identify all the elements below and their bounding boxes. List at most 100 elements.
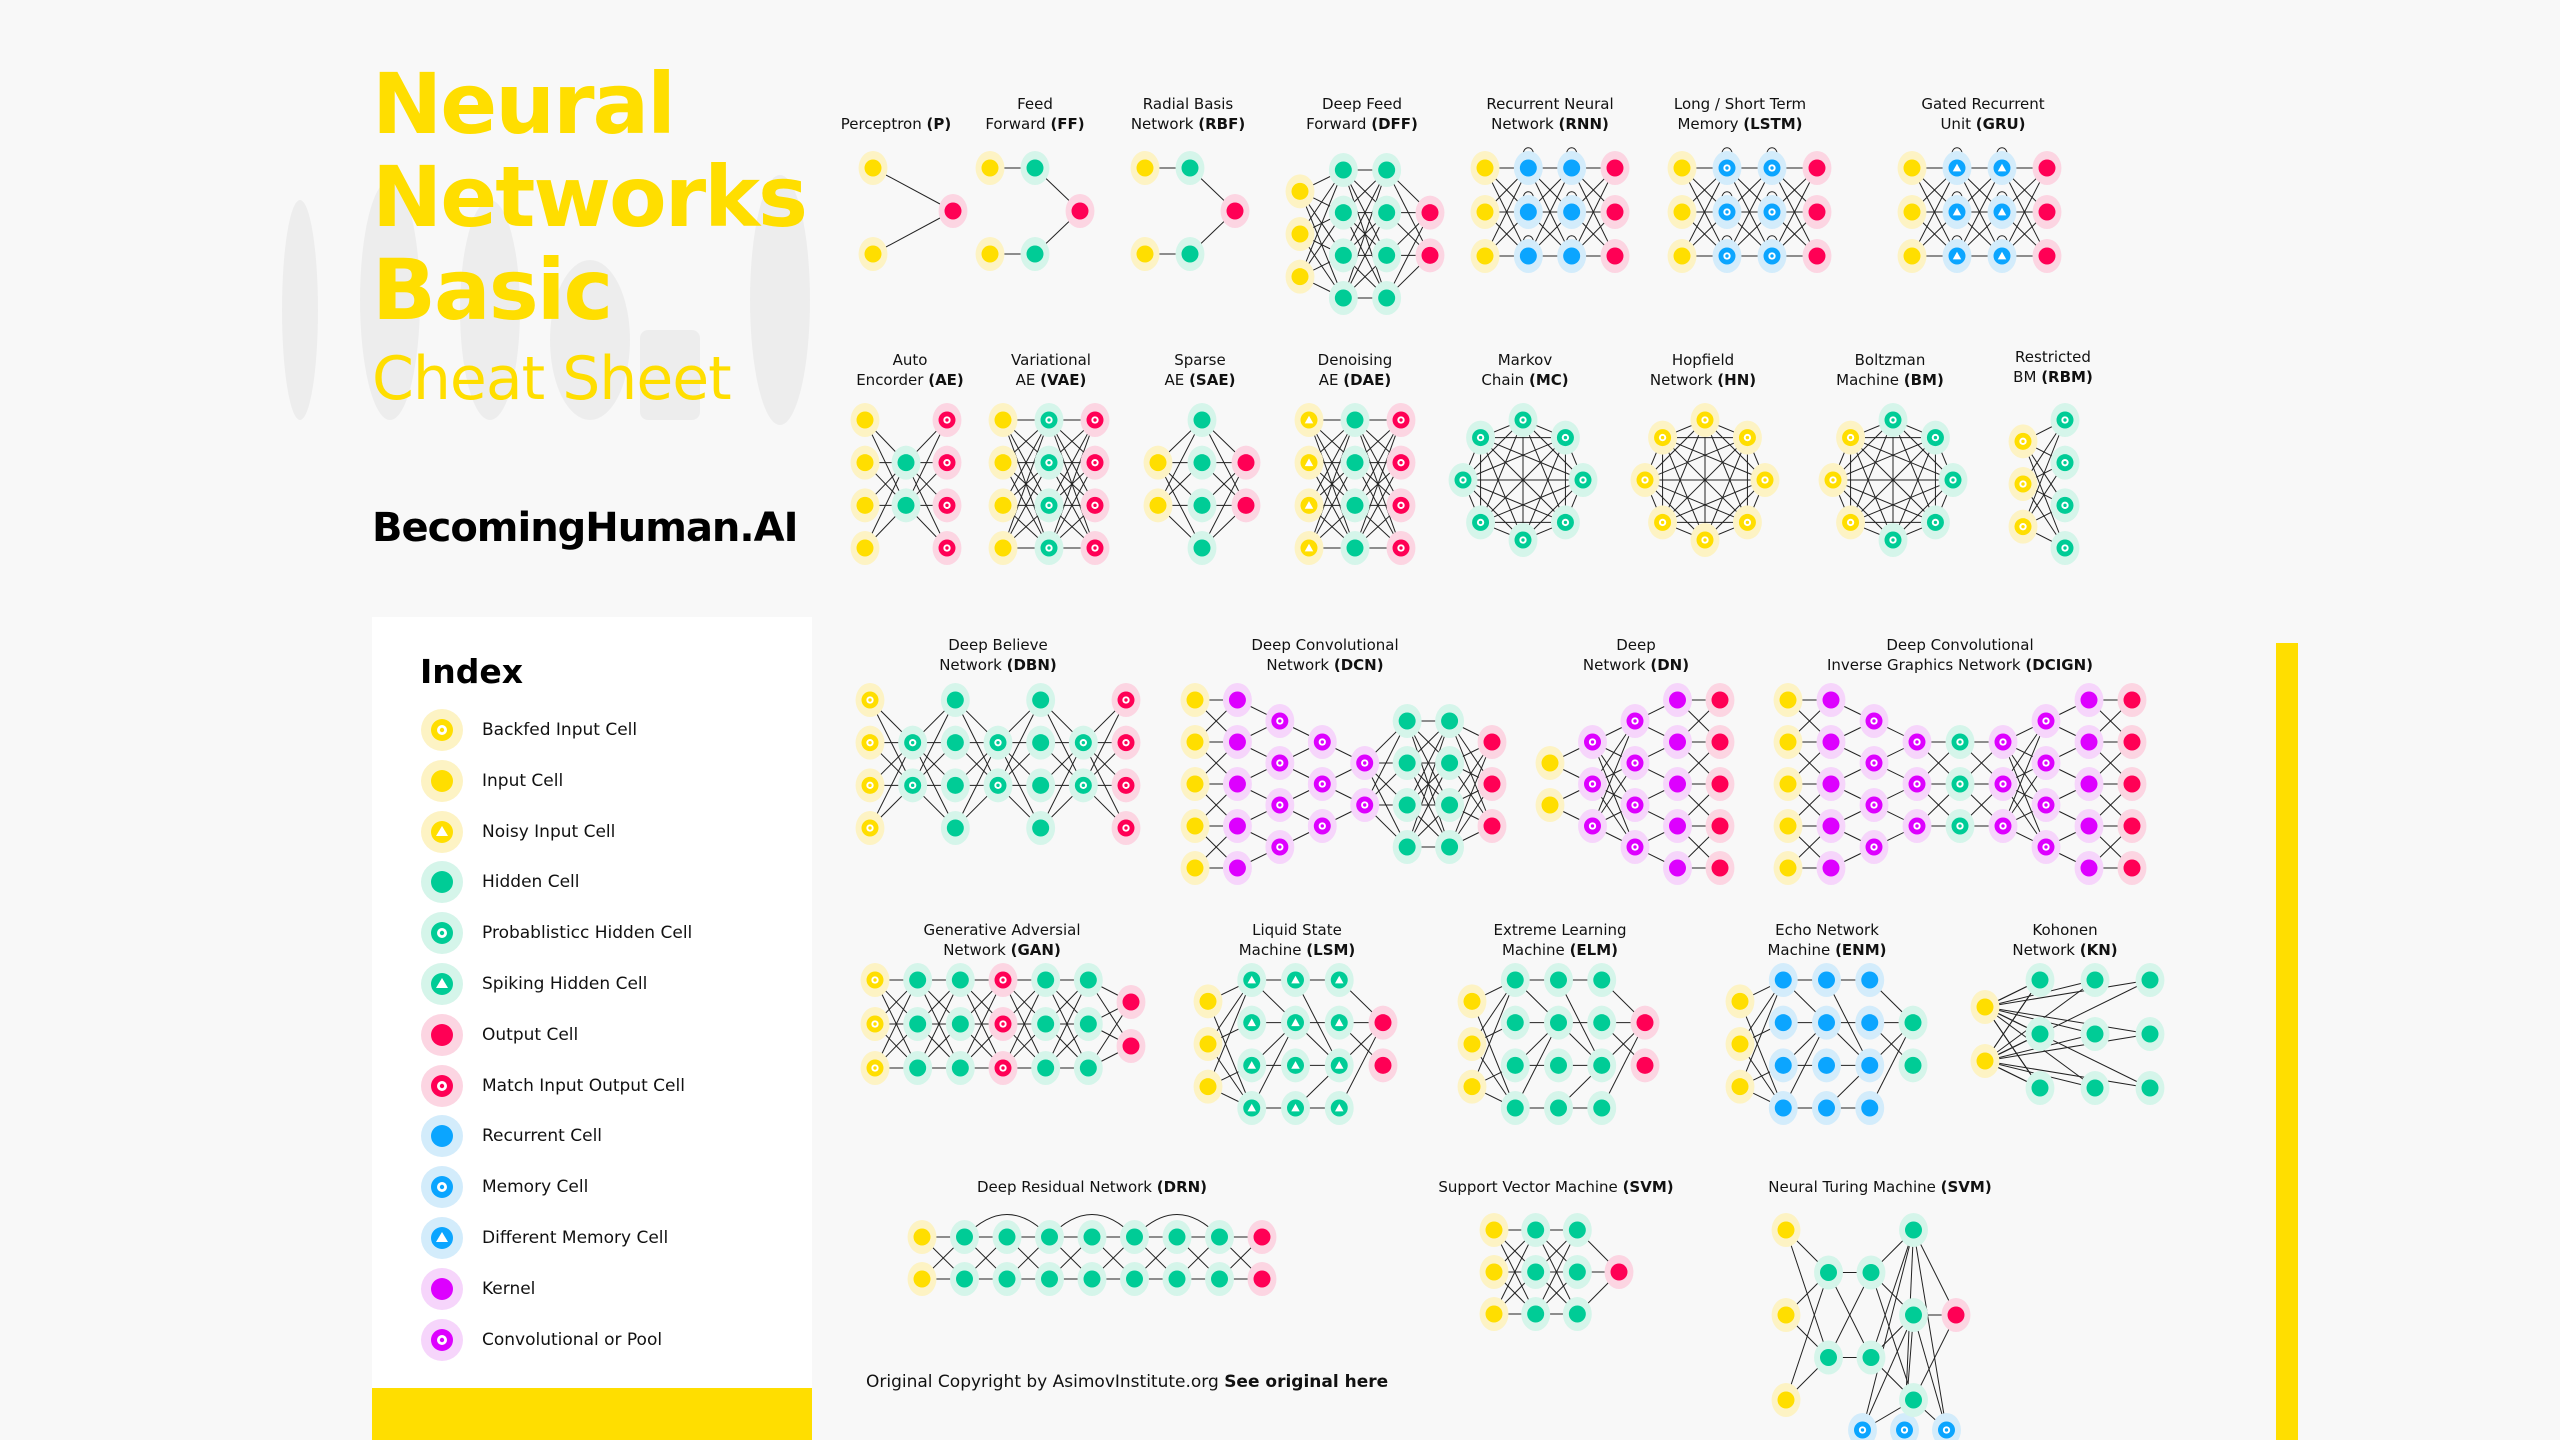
green-triangle-icon: [421, 963, 463, 1005]
index-item-recurrent: Recurrent Cell: [420, 1115, 602, 1158]
brand-name: BecomingHuman.AI: [372, 505, 798, 551]
spiking-hidden-cell: [1324, 1005, 1354, 1040]
input-cell: [1897, 195, 1927, 229]
hidden-cell: [1205, 1220, 1234, 1254]
hidden-cell: [1031, 1051, 1061, 1085]
conv-cell: [1902, 809, 1932, 843]
memory-cell: [1890, 1413, 1919, 1440]
output-cell: [2117, 683, 2147, 717]
kernel-cell: [2074, 767, 2104, 801]
accent-vertical-bar: [2276, 643, 2298, 1440]
network-abbr: (SVM): [1940, 1178, 1992, 1196]
output-cell: [1600, 239, 1630, 273]
output-cell: [1065, 194, 1095, 228]
hidden-cell: [950, 1220, 979, 1254]
output-cell: [1368, 1048, 1398, 1083]
output-cell: [1477, 809, 1507, 843]
prob-hidden-cell: [1034, 531, 1064, 565]
hidden-cell: [1026, 811, 1056, 845]
prob-hidden-cell: [1466, 420, 1496, 455]
hidden-cell: [1435, 746, 1465, 780]
input-cell: [1773, 683, 1803, 717]
output-cell: [1600, 195, 1630, 229]
spiking-hidden-cell: [1281, 963, 1310, 997]
blue-triangle-icon: [421, 1217, 463, 1259]
input-cell: [1193, 984, 1223, 1019]
prob-hidden-cell: [983, 725, 1013, 760]
input-cell: [907, 1262, 937, 1296]
output-cell: [2032, 151, 2062, 185]
conv-cell: [1859, 788, 1889, 822]
nodes: [1180, 683, 1507, 885]
input-cell: [1285, 217, 1315, 251]
hidden-cell: [1162, 1262, 1192, 1296]
spiking-hidden-cell: [1237, 963, 1267, 997]
edges: [1002, 419, 1096, 549]
input-cell: [1771, 1298, 1801, 1332]
network-graph-dcn: [1180, 683, 1507, 885]
output-cell: [1415, 238, 1445, 273]
diff-memory-cell: [1987, 239, 2017, 273]
hidden-cell: [1175, 151, 1205, 185]
prob-hidden-cell: [1550, 420, 1580, 455]
prob-hidden-cell: [983, 768, 1013, 803]
input-cell: [1457, 1027, 1487, 1061]
red-dot-icon: [421, 1013, 463, 1056]
page-title: Neural Networks Basic: [372, 58, 808, 337]
see-original-link[interactable]: See original here: [1224, 1372, 1388, 1392]
index-item-label: Backfed Input Cell: [482, 720, 638, 740]
network-abbr: (ELM): [1569, 941, 1619, 959]
input-cell: [858, 151, 888, 185]
hidden-cell: [1814, 1255, 1843, 1290]
nodes: [1725, 963, 1928, 1125]
network-graph-bm: [1818, 403, 1968, 557]
blue-dot-icon: [421, 1115, 463, 1158]
memory-cell: [1757, 195, 1787, 229]
hidden-cell: [1077, 1220, 1107, 1254]
input-cell: [1771, 1213, 1801, 1247]
input-cell: [1285, 259, 1315, 294]
network-graph-ae: [850, 403, 962, 565]
memory-cell: [1932, 1413, 1961, 1440]
backfed-input-cell: [1648, 505, 1678, 540]
input-cell: [988, 531, 1018, 565]
network-abbr: (DRN): [1156, 1178, 1208, 1196]
hidden-cell: [1328, 153, 1358, 187]
input-cell: [907, 1220, 937, 1254]
network-graph-p: [858, 151, 968, 271]
match-io-cell: [932, 445, 962, 480]
index-item-label: Probablisticc Hidden Cell: [482, 923, 693, 944]
network-title-line: Deep Residual Network (DRN): [976, 1178, 1208, 1196]
edge: [1984, 979, 2151, 1008]
conv-cell: [1307, 725, 1337, 759]
edge: [1984, 1006, 2151, 1035]
input-cell: [1285, 174, 1315, 209]
network-graph-mc: [1448, 403, 1598, 557]
network-title-line: Deep Convolutional: [1886, 636, 2034, 654]
hidden-cell: [1544, 1048, 1573, 1083]
match-io-cell: [1386, 403, 1416, 437]
hidden-cell: [1020, 151, 1050, 185]
output-cell: [938, 194, 968, 228]
output-cell: [1802, 239, 1832, 273]
prob-hidden-cell: [1945, 725, 1975, 759]
input-cell: [1725, 984, 1755, 1019]
diff-memory-cell: [1987, 195, 2017, 229]
network-graph-dff: [1285, 153, 1445, 315]
prob-hidden-cell: [1945, 809, 1975, 843]
output-cell: [1247, 1262, 1277, 1296]
output-cell: [1368, 1005, 1398, 1040]
input-cell: [1479, 1213, 1509, 1247]
backfed-input-cell: [1648, 420, 1678, 455]
kernel-cell: [1222, 851, 1252, 885]
hidden-cell: [1372, 195, 1402, 230]
network-abbr: (LSM): [1306, 941, 1356, 959]
output-cell: [1705, 725, 1735, 759]
index-item-backfed-input: Backfed Input Cell: [420, 709, 637, 751]
nodes: [1294, 403, 1416, 565]
input-cell: [850, 488, 880, 523]
noisy-input-cell: [1294, 531, 1324, 565]
network-graph-sae: [1143, 403, 1261, 565]
index-item-noisy-input: Noisy Input Cell: [420, 810, 615, 853]
match-io-cell: [1386, 488, 1416, 523]
